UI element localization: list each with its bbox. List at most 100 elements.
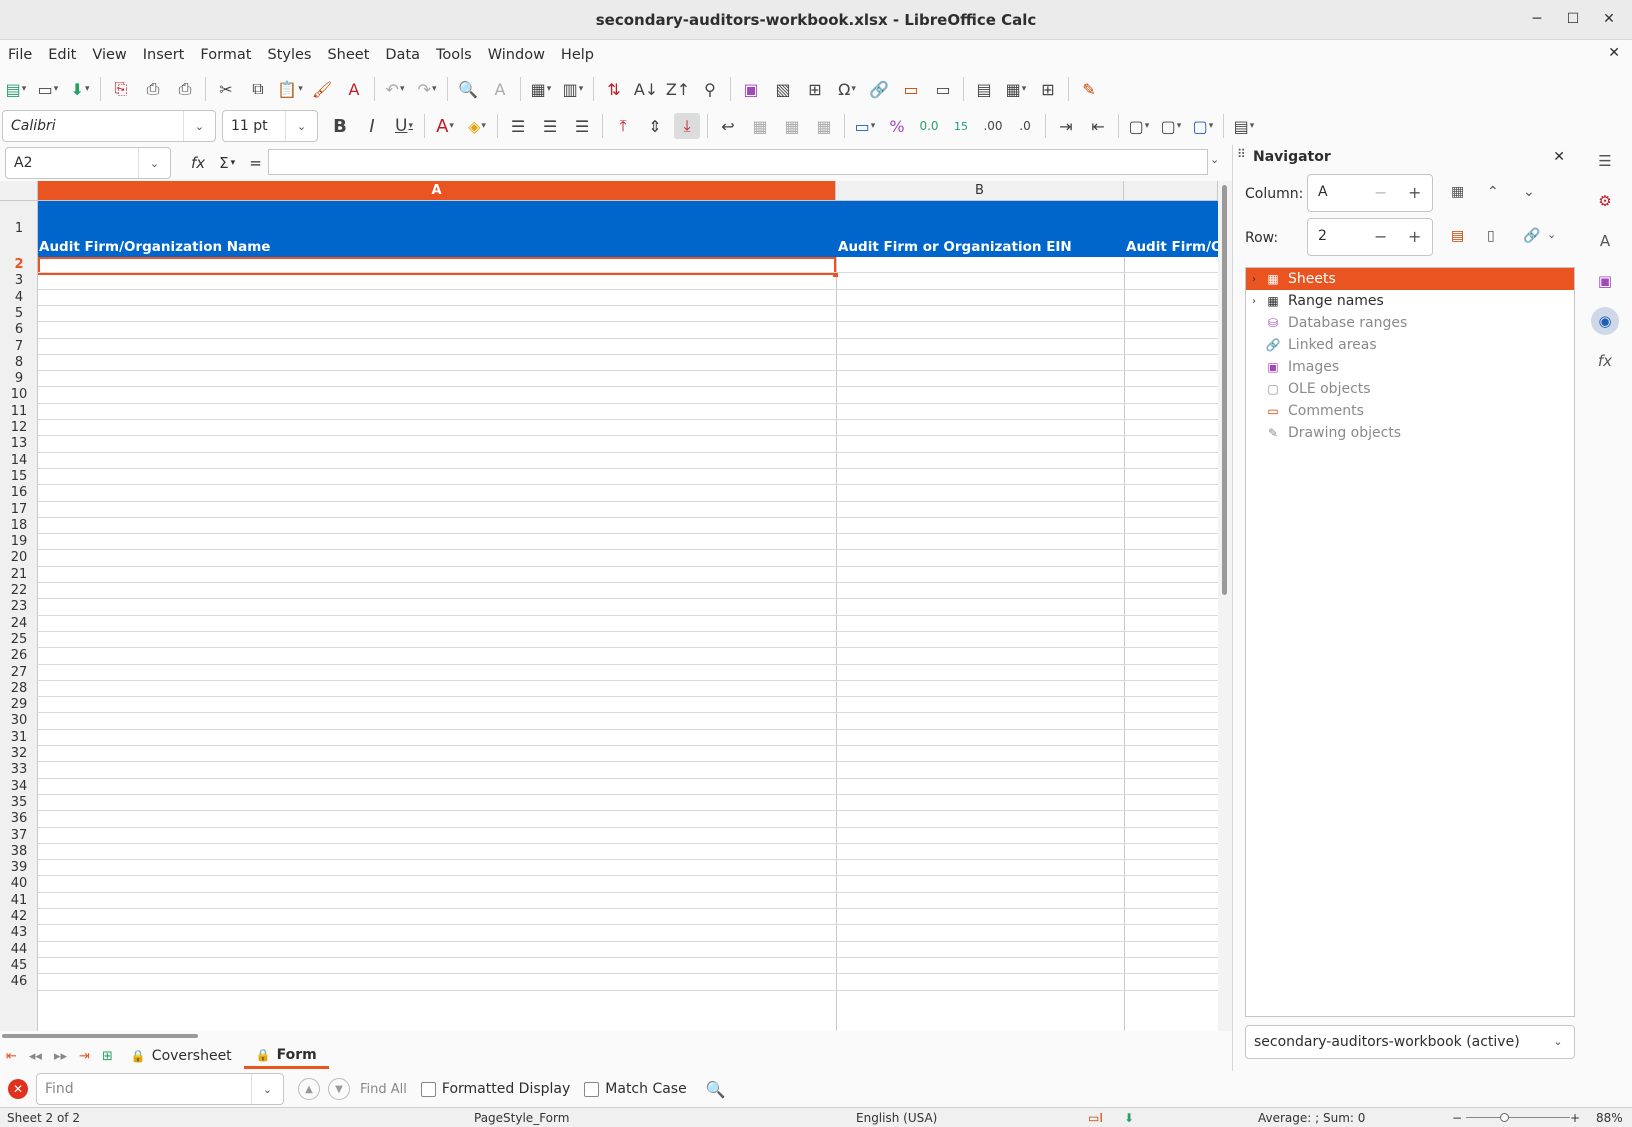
menu-help[interactable]: Help bbox=[553, 47, 602, 63]
close-navigator-icon[interactable]: ✕ bbox=[1553, 149, 1565, 165]
row-header[interactable]: 22 bbox=[0, 583, 38, 599]
delete-decimal-icon[interactable]: .0 bbox=[1012, 113, 1038, 139]
chevron-down-icon[interactable]: ⌄ bbox=[251, 1074, 283, 1104]
menu-insert[interactable]: Insert bbox=[135, 47, 193, 63]
next-icon[interactable]: ⌄ bbox=[1523, 184, 1535, 200]
column-header-c[interactable] bbox=[1124, 181, 1218, 201]
paste-icon[interactable]: 📋 bbox=[277, 76, 303, 102]
comment-icon[interactable]: ▭ bbox=[898, 76, 924, 102]
background-color-icon[interactable]: ◈ bbox=[464, 113, 490, 139]
header-cell-b[interactable]: Audit Firm or Organization EIN bbox=[838, 239, 1072, 255]
column-header-b[interactable]: B bbox=[836, 181, 1124, 201]
row-header[interactable]: 15 bbox=[0, 469, 38, 485]
sort-ascending-icon[interactable]: A↓ bbox=[633, 76, 659, 102]
menu-format[interactable]: Format bbox=[192, 47, 259, 63]
zoom-slider-handle[interactable] bbox=[1500, 1113, 1509, 1122]
increase-indent-icon[interactable]: ⇥ bbox=[1053, 113, 1079, 139]
drag-handle-icon[interactable]: ⠿ bbox=[1237, 147, 1246, 161]
find-replace-icon[interactable]: 🔍 bbox=[455, 76, 481, 102]
add-sheet-icon[interactable]: ⊞ bbox=[102, 1049, 113, 1064]
tree-item-linked-areas[interactable]: 🔗 Linked areas bbox=[1246, 334, 1574, 356]
tree-item-drawing-objects[interactable]: ✎ Drawing objects bbox=[1246, 422, 1574, 444]
horizontal-scrollbar[interactable] bbox=[0, 1031, 1232, 1041]
print-icon[interactable]: ⎙ bbox=[140, 76, 166, 102]
font-size-combo[interactable]: 11 pt ⌄ bbox=[222, 110, 318, 142]
match-case-checkbox[interactable]: Match Case bbox=[584, 1081, 687, 1097]
header-cell-c[interactable]: Audit Firm/O bbox=[1126, 239, 1222, 255]
row-header[interactable]: 32 bbox=[0, 746, 38, 762]
row-header[interactable]: 24 bbox=[0, 616, 38, 632]
row-header[interactable]: 10 bbox=[0, 387, 38, 403]
font-color-icon[interactable]: A bbox=[432, 113, 458, 139]
header-row[interactable]: Audit Firm/Organization Name Audit Firm … bbox=[38, 201, 1222, 257]
row-header[interactable]: 17 bbox=[0, 502, 38, 518]
navigator-icon[interactable]: ◉ bbox=[1591, 307, 1619, 335]
toggle-grid-icon[interactable]: ▦ bbox=[1451, 184, 1464, 200]
menu-file[interactable]: File bbox=[0, 47, 40, 63]
row-header[interactable]: 7 bbox=[0, 339, 38, 355]
cut-icon[interactable]: ✂ bbox=[213, 76, 239, 102]
row-header[interactable]: 5 bbox=[0, 306, 38, 322]
sum-icon[interactable]: Σ bbox=[219, 154, 228, 172]
close-document-icon[interactable]: ✕ bbox=[1608, 45, 1620, 61]
open-icon[interactable]: ▭ bbox=[35, 76, 61, 102]
border-color-icon[interactable]: ▢ bbox=[1190, 113, 1216, 139]
row-header[interactable]: 46 bbox=[0, 974, 38, 990]
chevron-down-icon[interactable]: ⌄ bbox=[1542, 1026, 1574, 1056]
menu-styles[interactable]: Styles bbox=[259, 47, 319, 63]
row-header[interactable]: 3 bbox=[0, 273, 38, 289]
show-draw-functions-icon[interactable]: ✎ bbox=[1076, 76, 1102, 102]
row-header[interactable]: 18 bbox=[0, 518, 38, 534]
font-name-combo[interactable]: Calibri ⌄ bbox=[2, 110, 216, 142]
close-window-button[interactable]: ✕ bbox=[1598, 8, 1620, 30]
selection-mode-icon[interactable]: ▭I bbox=[1088, 1111, 1103, 1125]
row-header[interactable]: 14 bbox=[0, 453, 38, 469]
minimize-button[interactable]: ─ bbox=[1526, 8, 1548, 30]
currency-format-icon[interactable]: ▭ bbox=[852, 113, 878, 139]
hyperlink-icon[interactable]: 🔗 bbox=[866, 76, 892, 102]
row-header[interactable]: 12 bbox=[0, 420, 38, 436]
previous-icon[interactable]: ⌃ bbox=[1487, 184, 1499, 200]
row-header[interactable]: 37 bbox=[0, 828, 38, 844]
find-previous-icon[interactable]: ▲ bbox=[298, 1078, 320, 1100]
center-vertically-icon[interactable]: ⇕ bbox=[642, 113, 668, 139]
number-format-icon[interactable]: 0.0 bbox=[916, 113, 942, 139]
tree-item-range-names[interactable]: › ▦ Range names bbox=[1246, 290, 1574, 312]
row-header[interactable]: 36 bbox=[0, 811, 38, 827]
row-header[interactable]: 6 bbox=[0, 322, 38, 338]
spelling-icon[interactable]: A bbox=[487, 76, 513, 102]
tree-item-ole-objects[interactable]: ▢ OLE objects bbox=[1246, 378, 1574, 400]
gallery-icon[interactable]: ▣ bbox=[1591, 267, 1619, 295]
save-icon[interactable]: ⬇ bbox=[67, 76, 93, 102]
row-header[interactable]: 45 bbox=[0, 958, 38, 974]
find-next-icon[interactable]: ▼ bbox=[328, 1078, 350, 1100]
export-pdf-icon[interactable]: ⎘ bbox=[108, 76, 134, 102]
menu-window[interactable]: Window bbox=[480, 47, 553, 63]
row-header[interactable]: 33 bbox=[0, 762, 38, 778]
row-header[interactable]: 38 bbox=[0, 844, 38, 860]
find-input[interactable]: Find ⌄ bbox=[36, 1073, 284, 1105]
column-spinbox[interactable]: A − + bbox=[1307, 174, 1433, 212]
expander-icon[interactable]: › bbox=[1246, 296, 1262, 307]
tree-item-images[interactable]: ▣ Images bbox=[1246, 356, 1574, 378]
row-header[interactable]: 8 bbox=[0, 355, 38, 371]
align-left-icon[interactable]: ☰ bbox=[505, 113, 531, 139]
row-header[interactable]: 34 bbox=[0, 779, 38, 795]
unmerge-cells-icon[interactable]: ▦ bbox=[811, 113, 837, 139]
chevron-down-icon[interactable]: ▾ bbox=[231, 158, 236, 168]
properties-icon[interactable]: ⚙ bbox=[1591, 187, 1619, 215]
row-header[interactable]: 42 bbox=[0, 909, 38, 925]
merge-center-icon[interactable]: ▦ bbox=[779, 113, 805, 139]
menu-edit[interactable]: Edit bbox=[40, 47, 84, 63]
new-document-icon[interactable]: ▤ bbox=[3, 76, 29, 102]
row-header[interactable]: 41 bbox=[0, 893, 38, 909]
increment-icon[interactable]: + bbox=[1408, 227, 1421, 246]
maximize-button[interactable]: ☐ bbox=[1562, 8, 1584, 30]
date-format-icon[interactable]: 15 bbox=[948, 113, 974, 139]
row-header[interactable]: 4 bbox=[0, 290, 38, 306]
tree-item-comments[interactable]: ▭ Comments bbox=[1246, 400, 1574, 422]
header-cell-a[interactable]: Audit Firm/Organization Name bbox=[39, 239, 270, 255]
row-header[interactable]: 19 bbox=[0, 534, 38, 550]
row-header[interactable]: 26 bbox=[0, 648, 38, 664]
close-find-icon[interactable]: ✕ bbox=[8, 1079, 28, 1099]
